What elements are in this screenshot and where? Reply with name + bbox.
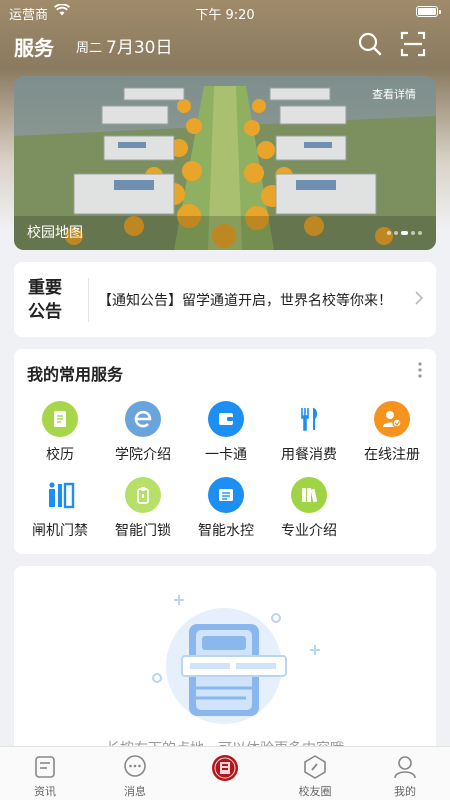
chevron-right-icon[interactable] <box>414 290 424 306</box>
fork-knife-icon <box>291 401 327 437</box>
service-label: 一卡通 <box>205 447 247 463</box>
common-services-card: 我的常用服务 校历 学院介绍 一卡通 用餐消费 在线注册 闸机门禁 智能门锁 智… <box>14 349 436 554</box>
school-emblem-icon <box>212 755 238 781</box>
service-label: 用餐消费 <box>281 447 337 463</box>
campus-map-banner[interactable]: 查看详情 校园地图 <box>14 76 436 250</box>
carousel-indicator <box>384 220 422 239</box>
service-label: 智能水控 <box>198 523 254 539</box>
more-options-icon[interactable] <box>418 361 422 379</box>
status-bar: 运营商 下午 9:20 <box>0 0 450 24</box>
service-label: 在线注册 <box>364 447 420 463</box>
profile-icon <box>394 756 416 779</box>
page-title: 服务 <box>14 36 54 60</box>
scan-icon[interactable] <box>399 30 427 58</box>
carousel-dot <box>411 231 415 235</box>
service-label: 校历 <box>46 447 74 463</box>
service-item-calendar[interactable]: 校历 <box>18 401 102 467</box>
carousel-dot <box>387 231 391 235</box>
tab-messages[interactable]: 消息 <box>100 753 170 799</box>
tab-label: 校友圈 <box>298 785 332 798</box>
service-item-smart-lock[interactable]: 智能门锁 <box>101 477 185 543</box>
tab-label: 消息 <box>124 785 146 798</box>
service-label: 学院介绍 <box>115 447 171 463</box>
announcement-card[interactable]: 重要公告 【通知公告】留学通道开启，世界名校等你来！ <box>14 262 436 337</box>
tab-label: 资讯 <box>34 785 56 798</box>
service-item-dining[interactable]: 用餐消费 <box>267 401 351 467</box>
banner-caption: 校园地图 <box>27 225 83 241</box>
carousel-dot <box>418 231 422 235</box>
carousel-dot-active <box>401 231 408 235</box>
tab-mine[interactable]: 我的 <box>370 753 440 799</box>
battery-icon <box>416 6 441 17</box>
compass-icon <box>304 755 326 779</box>
carousel-dot <box>394 231 398 235</box>
news-icon <box>35 756 55 778</box>
service-item-college-intro[interactable]: 学院介绍 <box>101 401 185 467</box>
lock-icon <box>125 477 161 513</box>
status-time: 下午 9:20 <box>195 8 255 23</box>
books-icon <box>291 477 327 513</box>
empty-state-illustration <box>152 595 320 724</box>
empty-state-card: 长按右下的点地，可以体验更多内容哦 <box>14 566 436 766</box>
services-title: 我的常用服务 <box>27 365 124 384</box>
gate-turnstile-icon <box>42 477 78 513</box>
message-icon <box>124 755 146 777</box>
announcement-divider <box>88 278 89 322</box>
service-label: 专业介绍 <box>281 523 337 539</box>
service-label: 闸机门禁 <box>32 523 88 539</box>
view-details-link[interactable]: 查看详情 <box>372 86 416 102</box>
water-control-icon <box>208 477 244 513</box>
weekday-label: 周二 <box>76 41 103 56</box>
tab-alumni[interactable]: 校友圈 <box>280 753 350 799</box>
tab-school-home[interactable] <box>190 753 260 785</box>
service-item-online-register[interactable]: 在线注册 <box>350 401 434 467</box>
service-label: 智能门锁 <box>115 523 171 539</box>
user-register-icon <box>374 401 410 437</box>
calendar-doc-icon <box>42 401 78 437</box>
search-icon[interactable] <box>356 30 384 58</box>
ie-browser-icon <box>125 401 161 437</box>
service-item-gate-access[interactable]: 闸机门禁 <box>18 477 102 543</box>
service-item-major-intro[interactable]: 专业介绍 <box>267 477 351 543</box>
wallet-icon <box>208 401 244 437</box>
announcement-label: 重要公告 <box>28 278 62 322</box>
service-item-campus-card[interactable]: 一卡通 <box>184 401 268 467</box>
tab-label: 我的 <box>394 785 416 798</box>
bottom-tab-bar: 资讯 消息 校友圈 我的 <box>0 746 450 800</box>
announcement-text[interactable]: 【通知公告】留学通道开启，世界名校等你来！ <box>98 290 392 310</box>
date-label: 7月30日 <box>106 38 173 58</box>
tab-news[interactable]: 资讯 <box>10 753 80 799</box>
page-header: 服务 周二 7月30日 <box>0 24 450 64</box>
service-item-water-control[interactable]: 智能水控 <box>184 477 268 543</box>
